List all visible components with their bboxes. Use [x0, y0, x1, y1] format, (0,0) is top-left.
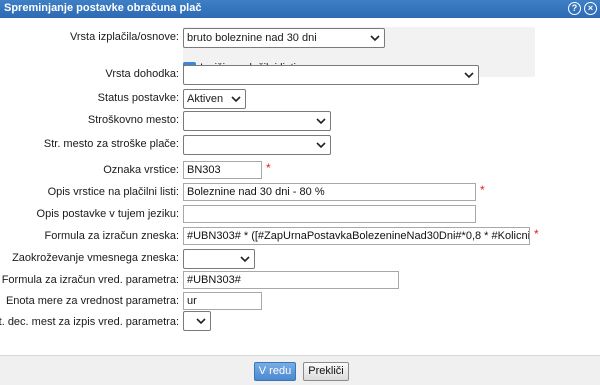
chevron-down-icon	[316, 139, 326, 151]
chevron-down-icon	[370, 32, 380, 44]
form-content: Vrsta izplačila/osnove: bruto boleznine …	[0, 18, 600, 355]
opis-vrstice-field[interactable]: Boleznine nad 30 dni - 80 %	[183, 183, 476, 201]
chevron-down-icon	[231, 93, 241, 105]
required-marker: *	[266, 161, 271, 175]
vrsta-izplacila-select[interactable]: bruto boleznine nad 30 dni	[183, 28, 385, 48]
label-st-dec-mest: Št. dec. mest za izpis vred. parametra:	[0, 316, 179, 328]
ok-button[interactable]: V redu	[254, 362, 296, 381]
chevron-down-icon	[316, 115, 326, 127]
chevron-down-icon	[464, 69, 474, 81]
label-status: Status postavke:	[97, 92, 179, 104]
st-dec-mest-select[interactable]	[183, 311, 211, 331]
label-opis-vrstice: Opis vrstice na plačilni listi:	[47, 186, 179, 198]
label-vrsta-izplacila: Vrsta izplačila/osnove:	[69, 31, 179, 43]
required-marker: *	[534, 227, 539, 241]
status-value: Aktiven	[187, 93, 224, 105]
chevron-down-icon	[240, 253, 250, 265]
enota-mere-field[interactable]: ur	[183, 292, 262, 310]
chevron-down-icon	[196, 315, 206, 327]
label-formula-parametra: Formula za izračun vred. parametra:	[1, 274, 179, 286]
status-select[interactable]: Aktiven	[183, 89, 246, 109]
close-icon[interactable]: ×	[584, 2, 597, 15]
vrsta-izplacila-value: bruto boleznine nad 30 dni	[187, 32, 317, 44]
cancel-button[interactable]: Prekliči	[303, 362, 349, 381]
formula-parametra-field[interactable]: #UBN303#	[183, 271, 399, 289]
str-mesto-place-select[interactable]	[183, 135, 331, 155]
label-stroskovno-mesto: Stroškovno mesto:	[87, 114, 179, 126]
label-vrsta-dohodka: Vrsta dohodka:	[105, 68, 179, 80]
oznaka-vrstice-field[interactable]: BN303	[183, 161, 262, 179]
label-enota-mere: Enota mere za vrednost parametra:	[5, 295, 179, 307]
stroskovno-mesto-select[interactable]	[183, 111, 331, 131]
required-marker: *	[480, 183, 485, 197]
opis-tuj-field[interactable]	[183, 205, 476, 223]
dialog-footer: V redu Prekliči	[0, 355, 600, 385]
label-opis-tuj: Opis postavke v tujem jeziku:	[36, 208, 179, 220]
zaokrozevanje-select[interactable]	[183, 249, 255, 269]
help-icon[interactable]: ?	[568, 2, 581, 15]
vrsta-dohodka-select[interactable]	[183, 65, 479, 85]
dialog-title: Spreminjanje postavke obračuna plač	[4, 2, 202, 14]
label-oznaka-vrstice: Oznaka vrstice:	[103, 164, 179, 176]
label-formula-zneska: Formula za izračun zneska:	[44, 230, 180, 242]
label-str-mesto-place: Str. mesto za stroške plače:	[43, 138, 179, 150]
dialog-window: Spreminjanje postavke obračuna plač ? × …	[0, 0, 600, 385]
title-bar: Spreminjanje postavke obračuna plač ? ×	[0, 0, 600, 18]
label-zaokrozevanje: Zaokroževanje vmesnega zneska:	[12, 252, 179, 264]
formula-zneska-field[interactable]: #UBN303# * ([#ZapUrnaPostavkaBolezenineN…	[183, 227, 530, 245]
